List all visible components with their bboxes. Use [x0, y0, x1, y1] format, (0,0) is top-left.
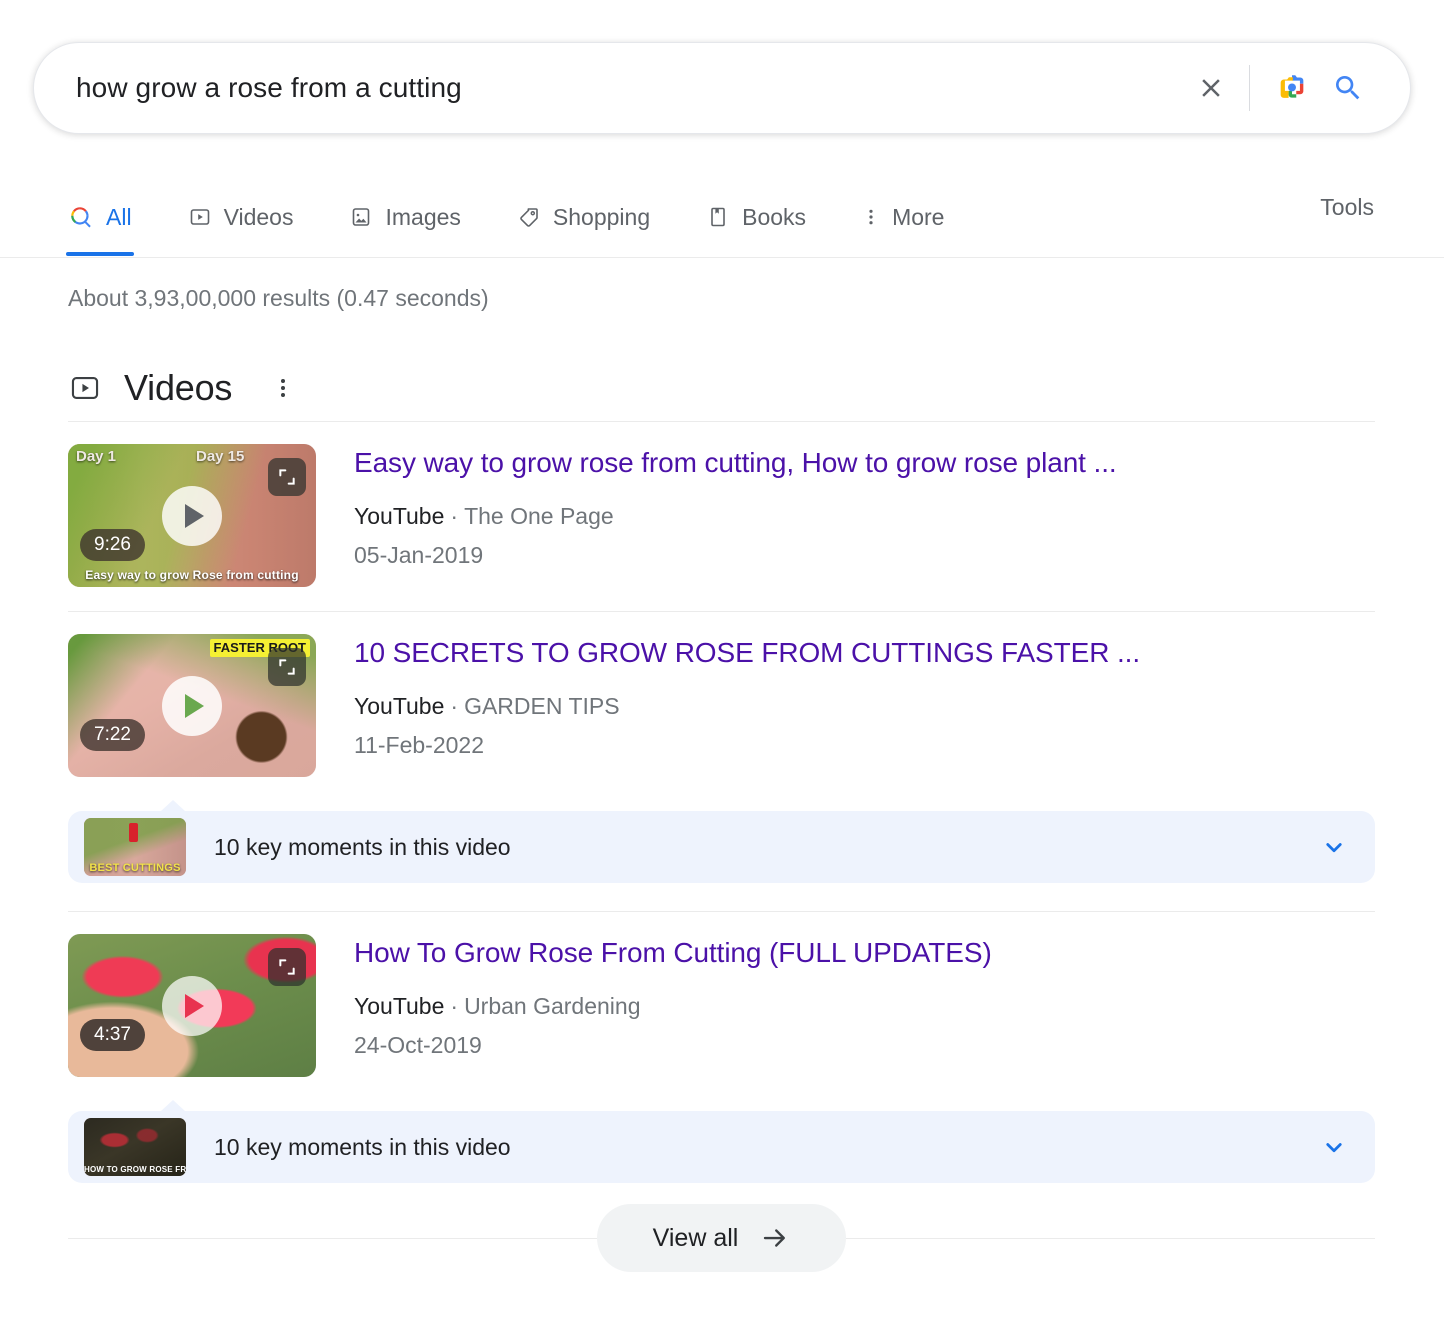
active-tab-underline: [66, 252, 134, 256]
video-source: YouTube·The One Page: [354, 503, 1375, 530]
video-duration-badge: 9:26: [80, 529, 145, 561]
search-bar-actions: [1183, 60, 1376, 116]
google-search-icon: [68, 204, 94, 230]
expand-icon[interactable]: [268, 948, 306, 986]
tab-label: Images: [385, 204, 460, 231]
channel-name: GARDEN TIPS: [464, 693, 620, 719]
expand-icon[interactable]: [268, 648, 306, 686]
tools-button[interactable]: Tools: [1320, 194, 1374, 221]
video-duration-badge: 4:37: [80, 1019, 145, 1051]
thumbnail-caption: Easy way to grow Rose from cutting: [68, 563, 316, 587]
tab-label: Videos: [224, 204, 294, 231]
thumbnail-day-label-right: Day 15: [196, 448, 244, 465]
view-all-label: View all: [653, 1224, 739, 1253]
search-icon: [1332, 72, 1364, 104]
tab-label: Shopping: [553, 204, 650, 231]
video-result-item[interactable]: 4:37 How To Grow Rose From Cutting (FULL…: [68, 912, 1375, 1101]
search-input[interactable]: [76, 72, 1183, 104]
book-icon: [706, 205, 730, 229]
videos-module: Videos Day 1 Day 15 9:26: [68, 355, 1375, 1293]
view-all-row: View all: [68, 1183, 1375, 1293]
play-triangle-icon: [185, 694, 204, 718]
tag-icon: [517, 205, 541, 229]
tab-label: More: [892, 204, 944, 231]
channel-name: Urban Gardening: [464, 993, 640, 1019]
key-moments-thumbnail-caption: HOW TO GROW ROSE FROM CUTTINGS: [84, 1165, 186, 1174]
tab-label: Books: [742, 204, 806, 231]
image-icon: [349, 205, 373, 229]
video-duration-badge: 7:22: [80, 719, 145, 751]
video-result-item[interactable]: FASTER ROOT 7:22 10 SECRETS TO GROW ROSE…: [68, 612, 1375, 801]
video-thumbnail[interactable]: Day 1 Day 15 9:26 Easy way to grow Rose …: [68, 444, 316, 587]
videos-module-menu-button[interactable]: [268, 369, 298, 407]
key-moments-bar[interactable]: BEST CUTTINGS 10 key moments in this vid…: [68, 811, 1375, 883]
source-name: YouTube: [354, 693, 444, 719]
tab-books[interactable]: Books: [706, 178, 806, 240]
tab-label: All: [106, 204, 132, 231]
key-moments-thumbnail: HOW TO GROW ROSE FROM CUTTINGS: [84, 1118, 186, 1176]
arrow-right-icon: [760, 1223, 790, 1253]
video-thumbnail[interactable]: FASTER ROOT 7:22: [68, 634, 316, 777]
key-moments-label: 10 key moments in this video: [214, 834, 1319, 861]
search-bar-divider: [1249, 65, 1250, 111]
more-vertical-icon: [274, 375, 292, 401]
source-name: YouTube: [354, 993, 444, 1019]
search-tabs-bar: All Videos Images: [0, 178, 1444, 258]
search-submit-button[interactable]: [1320, 60, 1376, 116]
video-title-link[interactable]: Easy way to grow rose from cutting, How …: [354, 446, 1375, 481]
play-button[interactable]: [162, 486, 222, 546]
google-lens-button[interactable]: [1264, 60, 1320, 116]
tab-videos[interactable]: Videos: [188, 178, 294, 240]
clear-search-button[interactable]: [1183, 60, 1239, 116]
video-meta: How To Grow Rose From Cutting (FULL UPDA…: [354, 934, 1375, 1077]
video-source: YouTube·GARDEN TIPS: [354, 693, 1375, 720]
chevron-down-icon: [1319, 1132, 1349, 1162]
video-title-link[interactable]: How To Grow Rose From Cutting (FULL UPDA…: [354, 936, 1375, 971]
expand-icon[interactable]: [268, 458, 306, 496]
key-moments-thumbnail: BEST CUTTINGS: [84, 818, 186, 876]
key-moments-thumbnail-caption: BEST CUTTINGS: [84, 862, 186, 874]
video-date: 24-Oct-2019: [354, 1032, 1375, 1059]
chevron-down-icon: [1319, 832, 1349, 862]
video-meta: Easy way to grow rose from cutting, How …: [354, 444, 1375, 587]
play-triangle-icon: [185, 994, 204, 1018]
close-icon: [1196, 73, 1226, 103]
video-source: YouTube·Urban Gardening: [354, 993, 1375, 1020]
videos-module-title: Videos: [124, 367, 232, 409]
tab-more[interactable]: More: [862, 178, 944, 240]
video-meta: 10 SECRETS TO GROW ROSE FROM CUTTINGS FA…: [354, 634, 1375, 777]
result-stats: About 3,93,00,000 results (0.47 seconds): [68, 285, 489, 312]
thumbnail-day-label-left: Day 1: [76, 448, 116, 465]
key-moments-expand-button[interactable]: [1319, 1132, 1349, 1162]
video-thumbnail[interactable]: 4:37: [68, 934, 316, 1077]
view-all-button[interactable]: View all: [597, 1204, 847, 1272]
video-date: 11-Feb-2022: [354, 732, 1375, 759]
tab-all[interactable]: All: [68, 178, 132, 240]
videos-module-header: Videos: [68, 355, 1375, 421]
key-moments-expand-button[interactable]: [1319, 832, 1349, 862]
more-vertical-icon: [862, 205, 880, 229]
play-button[interactable]: [162, 976, 222, 1036]
google-lens-camera-icon: [1275, 71, 1309, 105]
video-title-link[interactable]: 10 SECRETS TO GROW ROSE FROM CUTTINGS FA…: [354, 636, 1375, 671]
video-icon: [188, 205, 212, 229]
play-triangle-icon: [185, 504, 204, 528]
video-icon: [68, 371, 102, 405]
channel-name: The One Page: [464, 503, 614, 529]
search-bar-container: [33, 42, 1411, 134]
search-bar[interactable]: [33, 42, 1411, 134]
play-button[interactable]: [162, 676, 222, 736]
video-date: 05-Jan-2019: [354, 542, 1375, 569]
tab-images[interactable]: Images: [349, 178, 460, 240]
key-moments-bar[interactable]: HOW TO GROW ROSE FROM CUTTINGS 10 key mo…: [68, 1111, 1375, 1183]
source-name: YouTube: [354, 503, 444, 529]
video-result-item[interactable]: Day 1 Day 15 9:26 Easy way to grow Rose …: [68, 422, 1375, 611]
tab-shopping[interactable]: Shopping: [517, 178, 650, 240]
key-moments-label: 10 key moments in this video: [214, 1134, 1319, 1161]
